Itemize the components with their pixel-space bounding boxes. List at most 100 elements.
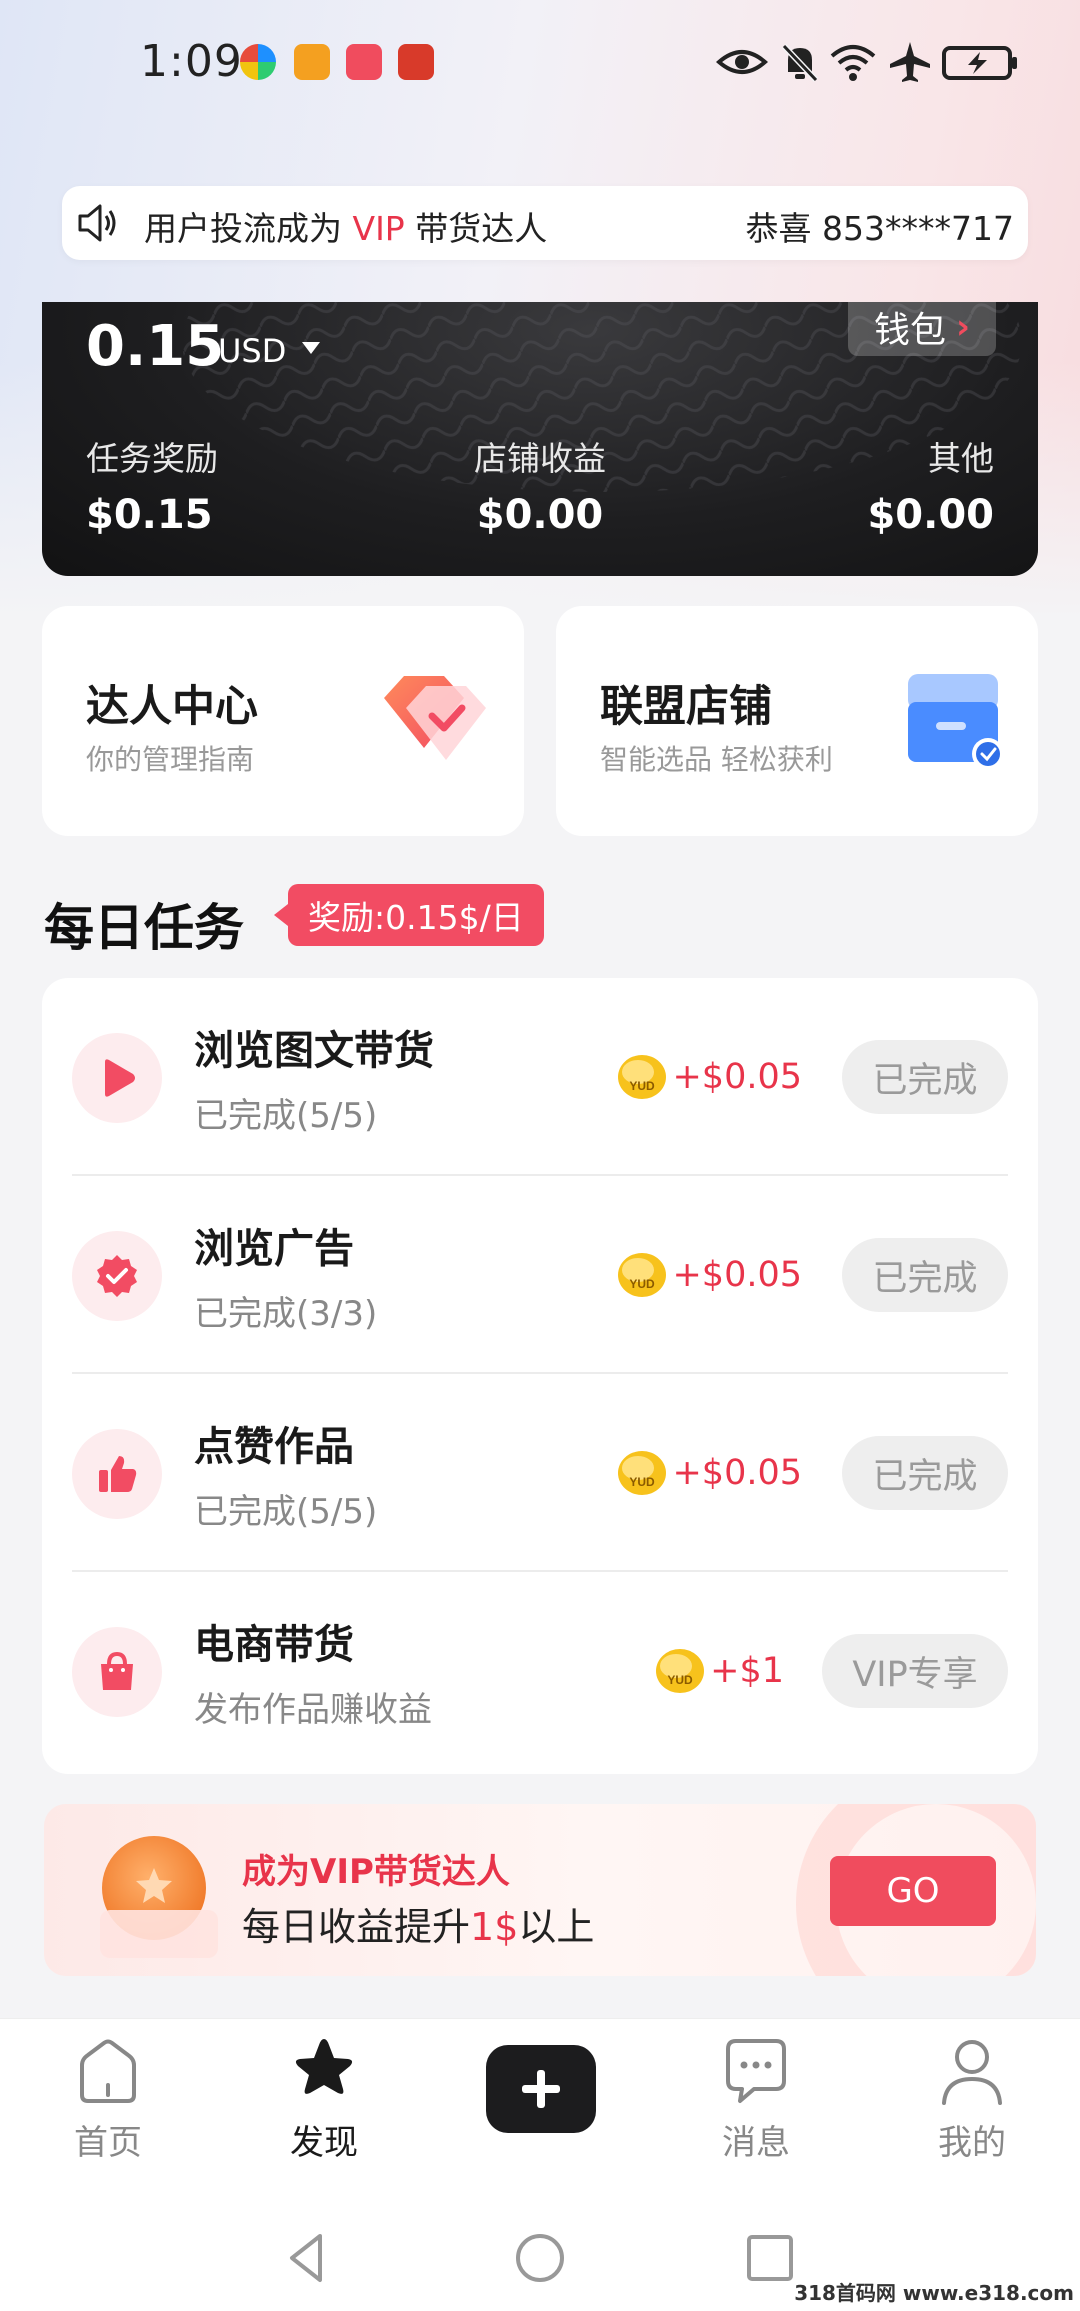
vip-exclusive-button[interactable]: VIP专享: [822, 1634, 1008, 1708]
plus-icon: [522, 2070, 560, 2108]
back-triangle-icon[interactable]: [280, 2230, 336, 2286]
stat-label: 店铺收益: [474, 439, 606, 478]
tab-profile[interactable]: 我的: [892, 2033, 1052, 2164]
task-ecommerce-selling[interactable]: 电商带货 发布作品赚收益 YUD +$1 VIP专享: [72, 1572, 1008, 1770]
caret-down-icon[interactable]: [302, 342, 320, 354]
tab-label: 发现: [290, 2123, 358, 2163]
wallet-balance: 0.15: [86, 314, 225, 379]
mute-bell-icon: [781, 43, 819, 83]
tab-home[interactable]: 首页: [28, 2033, 188, 2164]
task-completed-button[interactable]: 已完成: [842, 1238, 1008, 1312]
vip-medal-icon: [100, 1836, 218, 1958]
tab-discover[interactable]: 发现: [244, 2033, 404, 2164]
stat-value: $0.15: [86, 492, 213, 538]
task-reward: YUD +$1: [654, 1646, 784, 1696]
eye-icon: [716, 50, 768, 74]
task-completed-button[interactable]: 已完成: [842, 1436, 1008, 1510]
coin-label: YUD: [630, 1475, 656, 1489]
message-icon: [726, 2039, 786, 2103]
yud-coin-icon: YUD: [656, 1649, 705, 1693]
wallet-card[interactable]: 0.15 USD 钱包 › 任务奖励 $0.15 店铺收益 $0.00 其他 $0…: [42, 302, 1038, 576]
play-icon: [72, 1033, 162, 1123]
vip-promo-banner[interactable]: 成为VIP带货达人 每日收益提升1$以上 GO: [44, 1804, 1036, 1976]
status-time: 1:09: [140, 36, 243, 87]
airplane-icon: [890, 42, 930, 82]
chevron-right-icon: ›: [956, 307, 971, 347]
task-name: 点赞作品: [194, 1424, 354, 1470]
coin-label: YUD: [630, 1079, 656, 1093]
profile-icon: [942, 2040, 1002, 2105]
go-button[interactable]: GO: [830, 1856, 996, 1926]
task-completed-button[interactable]: 已完成: [842, 1040, 1008, 1114]
stat-task-reward: 任务奖励 $0.15: [86, 432, 218, 538]
reward-amount: +$0.05: [672, 1453, 802, 1493]
vip-banner-subtitle: 每日收益提升1$以上: [242, 1896, 594, 1951]
task-reward: YUD +$0.05: [616, 1448, 802, 1498]
stat-label: 其他: [928, 439, 994, 478]
card-subtitle: 智能选品 轻松获利: [600, 743, 833, 776]
task-status: 已完成(5/5): [194, 1492, 378, 1532]
wallet-button[interactable]: 钱包 ›: [848, 302, 996, 356]
stat-label: 任务奖励: [86, 439, 218, 478]
recent-apps-square-icon[interactable]: [742, 2230, 798, 2286]
tab-label: 首页: [74, 2123, 142, 2163]
announcement-marquee[interactable]: 用户投流成为 VIP 带货达人 恭喜 853****717: [62, 186, 1028, 260]
tab-label: 消息: [722, 2123, 790, 2163]
verified-badge-icon: [72, 1231, 162, 1321]
task-status: 已完成(3/3): [194, 1294, 378, 1334]
card-subtitle: 你的管理指南: [86, 743, 255, 776]
task-browse-posts[interactable]: 浏览图文带货 已完成(5/5) YUD +$0.05 已完成: [72, 978, 1008, 1176]
card-title: 达人中心: [86, 682, 258, 732]
task-name: 浏览广告: [194, 1226, 354, 1272]
affiliate-store-card[interactable]: 联盟店铺 智能选品 轻松获利: [556, 606, 1038, 836]
vip-line-prefix: 每日收益提升: [242, 1905, 471, 1949]
app-notification-icon: [346, 44, 382, 80]
task-reward: YUD +$0.05: [616, 1052, 802, 1102]
yud-coin-icon: YUD: [618, 1451, 667, 1495]
vip-line-suffix: 以上: [518, 1905, 595, 1949]
star-icon: [295, 2039, 353, 2094]
task-reward: YUD +$0.05: [616, 1250, 802, 1300]
stat-store-income: 店铺收益 $0.00: [470, 432, 610, 538]
announcement-text-suffix: 带货达人: [404, 209, 548, 248]
task-name: 浏览图文带货: [194, 1028, 434, 1074]
card-title: 联盟店铺: [600, 682, 772, 732]
coin-label: YUD: [667, 1673, 693, 1687]
task-browse-ads[interactable]: 浏览广告 已完成(3/3) YUD +$0.05 已完成: [72, 1176, 1008, 1374]
reward-amount: +$0.05: [672, 1255, 802, 1295]
daily-reward-badge: 奖励:0.15$/日: [274, 884, 544, 946]
stat-value: $0.00: [476, 492, 604, 538]
task-status: 发布作品赚收益: [194, 1690, 432, 1730]
status-bar: 1:09: [0, 0, 1080, 130]
task-status: 已完成(5/5): [194, 1096, 378, 1136]
app-notification-icon: [240, 44, 276, 80]
home-circle-icon[interactable]: [512, 2230, 568, 2286]
app-notification-icon: [294, 44, 330, 80]
task-name: 电商带货: [194, 1622, 354, 1668]
task-list: 浏览图文带货 已完成(5/5) YUD +$0.05 已完成 浏览广告 已完成(…: [42, 978, 1038, 1774]
reward-amount: +$0.05: [672, 1057, 802, 1097]
currency-selector[interactable]: USD: [218, 332, 286, 370]
create-post-button[interactable]: [486, 2045, 596, 2133]
announcement-text: 用户投流成为 VIP 带货达人: [144, 202, 547, 250]
tab-messages[interactable]: 消息: [676, 2033, 836, 2164]
creator-center-card[interactable]: 达人中心 你的管理指南: [42, 606, 524, 836]
home-icon: [80, 2039, 136, 2103]
daily-tasks-title: 每日任务: [44, 899, 244, 957]
announcement-congrats: 恭喜 853****717: [745, 209, 1014, 248]
task-like-works[interactable]: 点赞作品 已完成(5/5) YUD +$0.05 已完成: [72, 1374, 1008, 1572]
speaker-icon: [78, 204, 116, 242]
reward-amount: +$1: [710, 1651, 784, 1691]
wifi-icon: [830, 45, 876, 81]
announcement-vip-highlight: VIP: [352, 209, 405, 248]
thumbs-up-icon: [72, 1429, 162, 1519]
vip-banner-title: 成为VIP带货达人: [242, 1852, 510, 1892]
tab-label: 我的: [938, 2123, 1006, 2163]
battery-charging-icon: [942, 46, 1017, 80]
diamond-badge-icon: [384, 676, 486, 760]
watermark: 318首码网 www.e318.com: [794, 2281, 1074, 2305]
wallet-button-label: 钱包: [873, 310, 946, 351]
coin-label: YUD: [630, 1277, 656, 1291]
stat-value: $0.00: [867, 492, 994, 538]
storefront-icon: [908, 674, 1004, 770]
